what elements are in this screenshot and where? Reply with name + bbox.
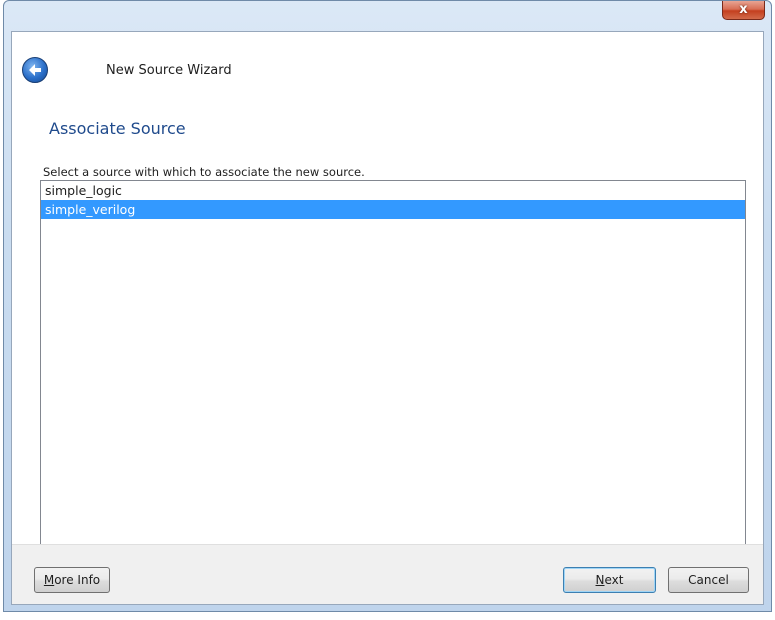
wizard-title: New Source Wizard <box>106 63 232 78</box>
more-info-button[interactable]: More Info <box>34 567 110 593</box>
page-heading: Associate Source <box>49 119 186 138</box>
wizard-header: New Source Wizard <box>12 32 763 94</box>
instruction-text: Select a source with which to associate … <box>43 165 365 179</box>
back-arrow-icon <box>29 64 41 76</box>
source-listbox[interactable]: simple_logic simple_verilog <box>40 180 746 548</box>
wizard-client-area: New Source Wizard Associate Source Selec… <box>11 31 764 605</box>
title-bar: x <box>4 1 771 23</box>
next-button[interactable]: Next <box>563 567 656 593</box>
list-item-simple-verilog[interactable]: simple_verilog <box>41 200 745 219</box>
cancel-button[interactable]: Cancel <box>668 567 749 593</box>
wizard-body: Associate Source Select a source with wh… <box>12 94 763 548</box>
wizard-window: x New Source Wizard Associate Source Sel… <box>3 0 772 612</box>
close-button[interactable]: x <box>722 1 765 20</box>
wizard-footer: More Info Next Cancel <box>12 544 763 604</box>
list-item-simple-logic[interactable]: simple_logic <box>41 181 745 200</box>
close-icon: x <box>739 2 748 17</box>
back-button[interactable] <box>22 57 48 83</box>
